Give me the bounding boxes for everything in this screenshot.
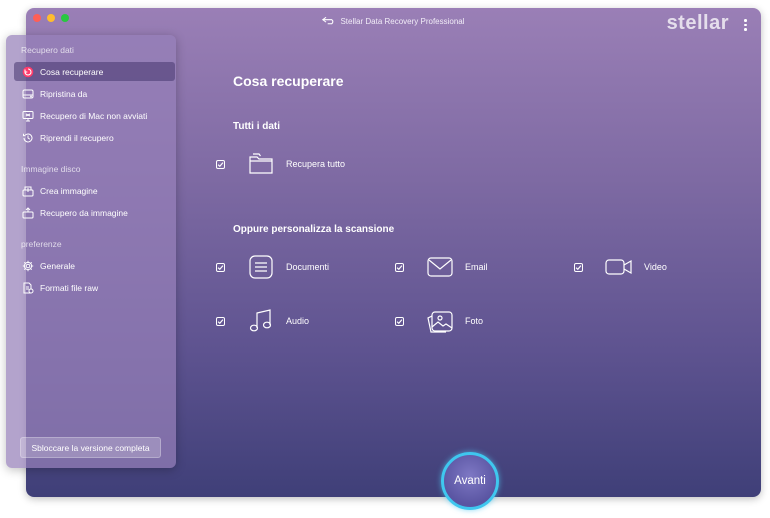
more-menu-icon[interactable] [744,19,748,31]
section-label-preferences: preferenze [21,239,62,249]
photo-label: Foto [465,316,484,326]
recover-all-label: Recupera tutto [286,159,346,169]
sidebar: Recupero dati Cosa recuperare Ripristina… [6,35,176,468]
video-label: Video [644,262,667,272]
sidebar-item-what-to-recover[interactable]: Cosa recuperare [14,62,175,81]
recover-all-checkbox[interactable] [216,159,225,169]
custom-scan-heading: Oppure personalizza la scansione [233,224,395,235]
documents-label: Documenti [286,262,330,272]
video-icon [605,253,633,281]
sidebar-item-general[interactable]: Generale [14,256,175,275]
section-label-disk-image: Immagine disco [21,164,81,174]
mac-monitor-icon [22,110,34,122]
documents-checkbox[interactable] [216,262,225,272]
back-arrow-icon[interactable] [322,16,335,27]
raw-file-icon [22,282,34,294]
recover-icon [22,66,34,78]
photo-icon [426,307,454,335]
option-recover-all[interactable]: Recupera tutto [216,149,345,179]
sidebar-item-label: Crea immagine [40,185,98,196]
email-checkbox[interactable] [395,262,404,272]
next-button[interactable]: Avanti [441,452,499,510]
email-icon [426,253,454,281]
sidebar-item-unbootable-mac[interactable]: Recupero di Mac non avviati [14,106,175,125]
sidebar-item-restore-from[interactable]: Ripristina da [14,84,175,103]
image-recovery-icon [22,206,34,219]
sidebar-item-raw-formats[interactable]: Formati file raw [14,278,175,297]
sidebar-item-label: Cosa recuperare [40,66,104,77]
document-icon [247,253,275,281]
video-checkbox[interactable] [574,262,583,272]
option-photo[interactable]: Foto [395,306,483,336]
sidebar-item-label: Recupero di Mac non avviati [40,110,148,121]
folder-icon [247,150,275,178]
audio-checkbox[interactable] [216,316,225,326]
sidebar-item-create-image[interactable]: Crea immagine [14,181,175,200]
photo-checkbox[interactable] [395,316,404,326]
brand-logo: stellar [666,12,729,34]
email-label: Email [465,262,488,272]
option-documents[interactable]: Documenti [216,252,329,282]
sidebar-item-label: Formati file raw [40,282,99,293]
history-icon [22,132,34,144]
sidebar-item-label: Ripristina da [40,88,88,99]
page-title: Cosa recuperare [233,73,344,89]
unlock-full-version-button[interactable]: Sbloccare la versione completa [20,437,161,458]
sidebar-item-label: Generale [40,260,75,271]
music-icon [247,307,275,335]
sidebar-item-resume-recovery[interactable]: Riprendi il recupero [14,128,175,147]
window-title: Stellar Data Recovery Professional [340,17,465,26]
title-bar: Stellar Data Recovery Professional [26,16,761,27]
sidebar-item-recover-from-image[interactable]: Recupero da immagine [14,203,175,222]
gear-icon [22,260,34,272]
section-label-data-recovery: Recupero dati [21,45,74,55]
all-data-heading: Tutti i dati [233,121,281,132]
option-email[interactable]: Email [395,252,488,282]
create-image-icon [22,185,34,197]
option-audio[interactable]: Audio [216,306,309,336]
drive-icon [22,88,34,100]
sidebar-item-label: Riprendi il recupero [40,132,114,143]
option-video[interactable]: Video [574,252,667,282]
audio-label: Audio [286,316,310,326]
sidebar-item-label: Recupero da immagine [40,207,128,218]
